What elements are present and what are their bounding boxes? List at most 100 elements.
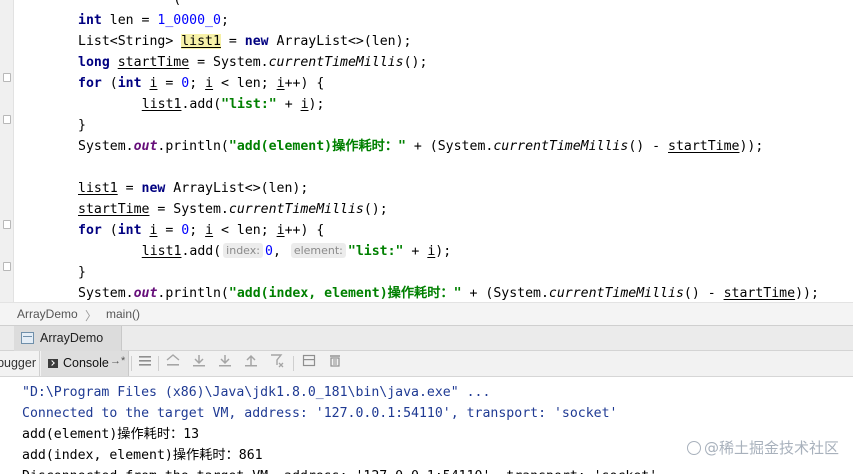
code-token: ); (308, 97, 325, 112)
code-token: list1 (78, 181, 118, 196)
console-toolbar: bugger Console →* (0, 351, 853, 377)
code-token: currentTimeMillis (228, 202, 364, 217)
menu-icon[interactable] (135, 354, 155, 373)
code-editor[interactable]: (int len = 1_0000_0;List<String> list1 =… (0, 0, 853, 302)
code-line[interactable]: ( (78, 0, 181, 10)
code-token: int (117, 223, 142, 238)
code-token: startTime (668, 139, 740, 154)
code-line[interactable]: startTime = System.currentTimeMillis(); (78, 199, 388, 220)
code-token: .println( (157, 286, 229, 301)
code-token: ; (220, 13, 229, 28)
code-token: ArrayList<>(len); (165, 181, 309, 196)
download-icon[interactable] (189, 354, 209, 373)
code-token: System. (78, 139, 134, 154)
console-line: Disconnected from the target VM, address… (22, 466, 657, 474)
code-line[interactable]: int len = 1_0000_0; (78, 10, 229, 31)
code-token: < len; (213, 223, 277, 238)
code-token: .add( (181, 244, 222, 259)
code-token: i (300, 97, 309, 112)
code-token: = System. (149, 202, 229, 217)
code-token: for (78, 223, 102, 238)
console-output[interactable]: "D:\Program Files (x86)\Java\jdk1.8.0_18… (0, 378, 853, 474)
code-token: list1 (141, 244, 182, 259)
console-icon (48, 359, 58, 368)
breadcrumb-class[interactable]: ArrayDemo (17, 307, 78, 321)
code-token: , (272, 244, 289, 259)
code-token: out (133, 286, 158, 301)
clear-filter-icon[interactable] (267, 354, 287, 373)
code-token: new (141, 181, 166, 196)
fold-marker[interactable] (3, 73, 11, 82)
code-line[interactable]: } (78, 115, 86, 136)
code-token: = (157, 223, 182, 238)
code-token: 1_0000_0 (157, 13, 221, 28)
console-line: Connected to the target VM, address: '12… (22, 406, 618, 421)
code-token: int (117, 76, 142, 91)
code-token: () - (628, 139, 669, 154)
run-config-icon (21, 332, 34, 344)
run-tab-label: ArrayDemo (40, 331, 104, 345)
download-alt-icon[interactable] (215, 354, 235, 373)
code-token: + (System. (405, 139, 494, 154)
code-token: ArrayList<>(len); (268, 34, 412, 49)
juejin-logo-icon (686, 441, 701, 455)
fold-marker[interactable] (3, 220, 11, 229)
code-token: .println( (157, 139, 229, 154)
code-token: = (117, 181, 142, 196)
breadcrumb: ArrayDemo 〉 main() (0, 302, 853, 325)
code-token: ++) { (284, 76, 325, 91)
code-token: )); (739, 139, 764, 154)
code-line[interactable]: long startTime = System.currentTimeMilli… (78, 52, 427, 73)
code-token: for (78, 76, 102, 91)
code-line[interactable]: for (int i = 0; i < len; i++) { (78, 73, 324, 94)
code-line[interactable]: list1 = new ArrayList<>(len); (78, 178, 308, 199)
code-token: new (244, 34, 269, 49)
upload-icon[interactable] (241, 354, 261, 373)
code-token: + (276, 97, 301, 112)
watermark-text: @稀土掘金技术社区 (703, 439, 839, 457)
run-tab-bar: ArrayDemo (0, 325, 853, 351)
code-line[interactable]: list1.add("list:" + i); (110, 94, 325, 115)
code-token: (); (363, 202, 388, 217)
tab-debugger-label: bugger (0, 356, 36, 370)
fold-marker[interactable] (3, 115, 11, 124)
trash-icon[interactable] (325, 354, 345, 373)
breadcrumb-method[interactable]: main() (106, 307, 140, 321)
code-token: currentTimeMillis (268, 55, 404, 70)
pin-tab-icon[interactable]: →* (110, 355, 125, 367)
code-token: i (205, 76, 214, 91)
watermark: @稀土掘金技术社区 (686, 437, 839, 458)
code-token: ); (435, 244, 452, 259)
code-line[interactable]: System.out.println("add(index, element)操… (78, 283, 819, 302)
code-token: "list:" (221, 97, 277, 112)
code-line[interactable]: } (78, 262, 86, 283)
code-line[interactable]: for (int i = 0; i < len; i++) { (78, 220, 324, 241)
code-token: } (78, 265, 86, 280)
tab-debugger[interactable]: bugger (0, 351, 40, 376)
code-line[interactable]: list1.add(index: 0, element: "list:" + i); (110, 241, 451, 262)
fold-marker[interactable] (3, 262, 11, 271)
code-token: )); (795, 286, 819, 301)
code-token: i (276, 76, 285, 91)
code-token: ( (101, 223, 118, 238)
tab-console[interactable]: Console →* (41, 351, 129, 376)
code-line[interactable]: System.out.println("add(element)操作耗时：" +… (78, 136, 763, 157)
code-token: list1 (141, 97, 182, 112)
scroll-to-end-icon[interactable] (163, 354, 183, 373)
code-token: startTime (723, 286, 796, 301)
code-token: 0 (264, 244, 273, 259)
tab-console-label: Console (63, 356, 109, 370)
code-token: = (157, 76, 182, 91)
code-token: () - (683, 286, 724, 301)
code-line[interactable]: List<String> list1 = new ArrayList<>(len… (78, 31, 412, 52)
print-icon[interactable] (299, 354, 319, 373)
code-token: ( (101, 76, 118, 91)
code-token: ++) { (284, 223, 325, 238)
code-token: 操作耗时： (387, 286, 454, 301)
run-tab-arraydemo[interactable]: ArrayDemo (14, 326, 122, 351)
